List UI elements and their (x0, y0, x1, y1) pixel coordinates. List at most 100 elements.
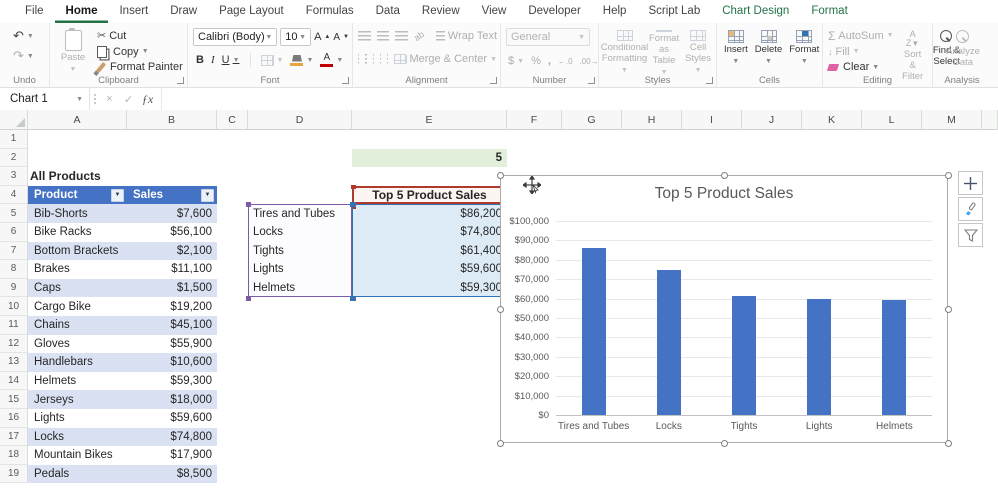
table-cell-sales[interactable]: $55,900 (127, 335, 217, 354)
y-axis-tick-label[interactable]: $10,000 (501, 391, 549, 402)
row-header-1[interactable]: 1 (0, 130, 28, 149)
column-header-E[interactable]: E (352, 110, 507, 130)
y-axis-tick-label[interactable]: $50,000 (501, 313, 549, 324)
filter-dropdown-icon[interactable]: ▼ (111, 189, 124, 202)
table-cell-product[interactable]: Lights (28, 409, 127, 428)
tab-review[interactable]: Review (411, 0, 471, 23)
column-header-B[interactable]: B (127, 110, 217, 130)
top5-product-cell[interactable]: Tights (248, 242, 352, 261)
clear-button[interactable]: Clear▼ (828, 60, 894, 74)
tab-formulas[interactable]: Formulas (295, 0, 365, 23)
cell-a3-all-products[interactable]: All Products (30, 167, 129, 186)
table-cell-product[interactable]: Bike Racks (28, 223, 127, 242)
x-axis-category-label[interactable]: Helmets (844, 421, 944, 432)
cell-styles-button[interactable]: Cell Styles▼ (683, 28, 713, 74)
table-cell-product[interactable]: Jerseys (28, 390, 127, 409)
align-bottom-icon[interactable] (395, 31, 408, 41)
column-header-L[interactable]: L (862, 110, 922, 130)
table-cell-product[interactable]: Brakes (28, 260, 127, 279)
table-header-sales[interactable]: Sales▼ (127, 186, 217, 205)
name-box[interactable]: Chart 1▼ (0, 88, 90, 110)
format-painter-button[interactable]: Format Painter (97, 60, 183, 74)
table-cell-product[interactable]: Caps (28, 279, 127, 298)
copy-button[interactable]: Copy▼ (97, 45, 183, 59)
table-cell-product[interactable]: Pedals (28, 465, 127, 484)
increase-indent-icon[interactable] (387, 54, 388, 64)
table-cell-sales[interactable]: $74,800 (127, 428, 217, 447)
table-cell-product[interactable]: Mountain Bikes (28, 446, 127, 465)
top5-product-cell[interactable]: Helmets (248, 279, 352, 298)
row-header-14[interactable]: 14 (0, 372, 28, 391)
row-header-6[interactable]: 6 (0, 223, 28, 242)
table-header-product[interactable]: Product▼ (28, 186, 127, 205)
table-cell-sales[interactable]: $7,600 (127, 204, 217, 223)
row-header-2[interactable]: 2 (0, 149, 28, 168)
row-header-17[interactable]: 17 (0, 428, 28, 447)
top5-sales-cell[interactable]: $86,200 (352, 204, 507, 223)
chart-selection-handle[interactable] (497, 172, 504, 179)
row-header-3[interactable]: 3 (0, 167, 28, 186)
insert-function-icon[interactable]: ƒx (138, 92, 157, 107)
tab-format[interactable]: Format (800, 0, 858, 23)
select-all-corner[interactable] (0, 110, 28, 130)
column-header-G[interactable]: G (562, 110, 622, 130)
fill-button[interactable]: ↓Fill▼ (828, 45, 894, 59)
y-axis-tick-label[interactable]: $20,000 (501, 371, 549, 382)
tab-draw[interactable]: Draw (159, 0, 208, 23)
font-name-combo[interactable]: Calibri (Body)▼ (193, 28, 277, 46)
row-header-9[interactable]: 9 (0, 279, 28, 298)
dialog-launcher-icon[interactable] (342, 77, 349, 84)
autosum-button[interactable]: ΣAutoSum▼ (828, 29, 894, 43)
chart-selection-handle[interactable] (497, 306, 504, 313)
top5-sales-cell[interactable]: $59,600 (352, 260, 507, 279)
column-header-K[interactable]: K (802, 110, 862, 130)
table-cell-sales[interactable]: $10,600 (127, 353, 217, 372)
table-cell-sales[interactable]: $18,000 (127, 390, 217, 409)
number-format-combo[interactable]: General▼ (506, 28, 590, 46)
chart-elements-button[interactable] (958, 171, 983, 195)
table-cell-sales[interactable]: $45,100 (127, 316, 217, 335)
bar-lights[interactable] (807, 299, 831, 415)
bold-button[interactable]: B (196, 52, 204, 68)
tab-help[interactable]: Help (592, 0, 638, 23)
y-axis-tick-label[interactable]: $0 (501, 410, 549, 421)
filter-dropdown-icon[interactable]: ▼ (201, 189, 214, 202)
row-header-12[interactable]: 12 (0, 335, 28, 354)
column-header-A[interactable]: A (28, 110, 127, 130)
table-cell-sales[interactable]: $59,300 (127, 372, 217, 391)
column-header-M[interactable]: M (922, 110, 982, 130)
dialog-launcher-icon[interactable] (177, 77, 184, 84)
increase-decimal-button[interactable]: ←.0 (558, 53, 573, 69)
tab-script-lab[interactable]: Script Lab (637, 0, 711, 23)
table-cell-sales[interactable]: $1,500 (127, 279, 217, 298)
merge-center-button[interactable]: Merge & Center▼ (394, 51, 497, 67)
analyze-data-button[interactable]: Analyze Data (938, 28, 988, 69)
y-axis-tick-label[interactable]: $30,000 (501, 352, 549, 363)
row-header-16[interactable]: 16 (0, 409, 28, 428)
row-header-4[interactable]: 4 (0, 186, 28, 205)
y-axis-tick-label[interactable]: $100,000 (501, 216, 549, 227)
table-cell-sales[interactable]: $17,900 (127, 446, 217, 465)
percent-style-button[interactable]: % (531, 53, 541, 69)
bar-tights[interactable] (732, 296, 756, 415)
delete-cells-button[interactable]: Delete▼ (753, 28, 784, 74)
increase-font-size-button[interactable]: A▲ (314, 29, 330, 45)
column-header-F[interactable]: F (507, 110, 562, 130)
tab-file[interactable]: File (14, 0, 55, 23)
redo-button[interactable]: ↷▼ (13, 48, 46, 64)
cell-e2-top-n-value[interactable]: 5 (352, 149, 507, 168)
column-header-H[interactable]: H (622, 110, 682, 130)
top5-product-cell[interactable]: Lights (248, 260, 352, 279)
row-header-18[interactable]: 18 (0, 446, 28, 465)
chart-styles-button[interactable] (958, 197, 983, 221)
enter-check-icon[interactable]: ✓ (119, 93, 138, 106)
decrease-font-size-button[interactable]: A▼ (333, 29, 349, 45)
table-cell-sales[interactable]: $19,200 (127, 297, 217, 316)
table-cell-sales[interactable]: $8,500 (127, 465, 217, 484)
tab-insert[interactable]: Insert (108, 0, 159, 23)
row-header-8[interactable]: 8 (0, 260, 28, 279)
dialog-launcher-icon[interactable] (588, 77, 595, 84)
column-header-D[interactable]: D (248, 110, 352, 130)
comma-style-button[interactable]: , (548, 53, 551, 69)
decrease-indent-icon[interactable] (380, 54, 381, 64)
